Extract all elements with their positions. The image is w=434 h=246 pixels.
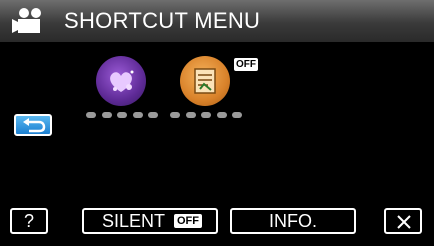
silent-state-badge: OFF	[174, 214, 202, 228]
info-button[interactable]: INFO.	[230, 208, 356, 234]
masked-label-2	[170, 112, 242, 122]
heart-sparkle-icon	[96, 56, 146, 106]
close-icon	[397, 215, 411, 229]
video-camera-icon	[12, 8, 41, 33]
status-badge: OFF	[234, 58, 258, 71]
menu-item-1[interactable]	[82, 56, 162, 126]
silent-button[interactable]: SILENT OFF	[82, 208, 218, 234]
header-bar: SHORTCUT MENU	[0, 0, 434, 42]
masked-label-1	[86, 112, 158, 122]
shortcut-menu-screen: SHORTCUT MENU OFF ? SILENT OFF INFO.	[0, 0, 434, 246]
close-button[interactable]	[384, 208, 422, 234]
return-button[interactable]	[14, 114, 52, 136]
page-title: SHORTCUT MENU	[64, 8, 261, 33]
silent-label: SILENT	[102, 211, 166, 231]
return-arrow-icon	[23, 118, 46, 133]
help-button[interactable]: ?	[10, 208, 48, 234]
notes-icon	[180, 56, 230, 106]
